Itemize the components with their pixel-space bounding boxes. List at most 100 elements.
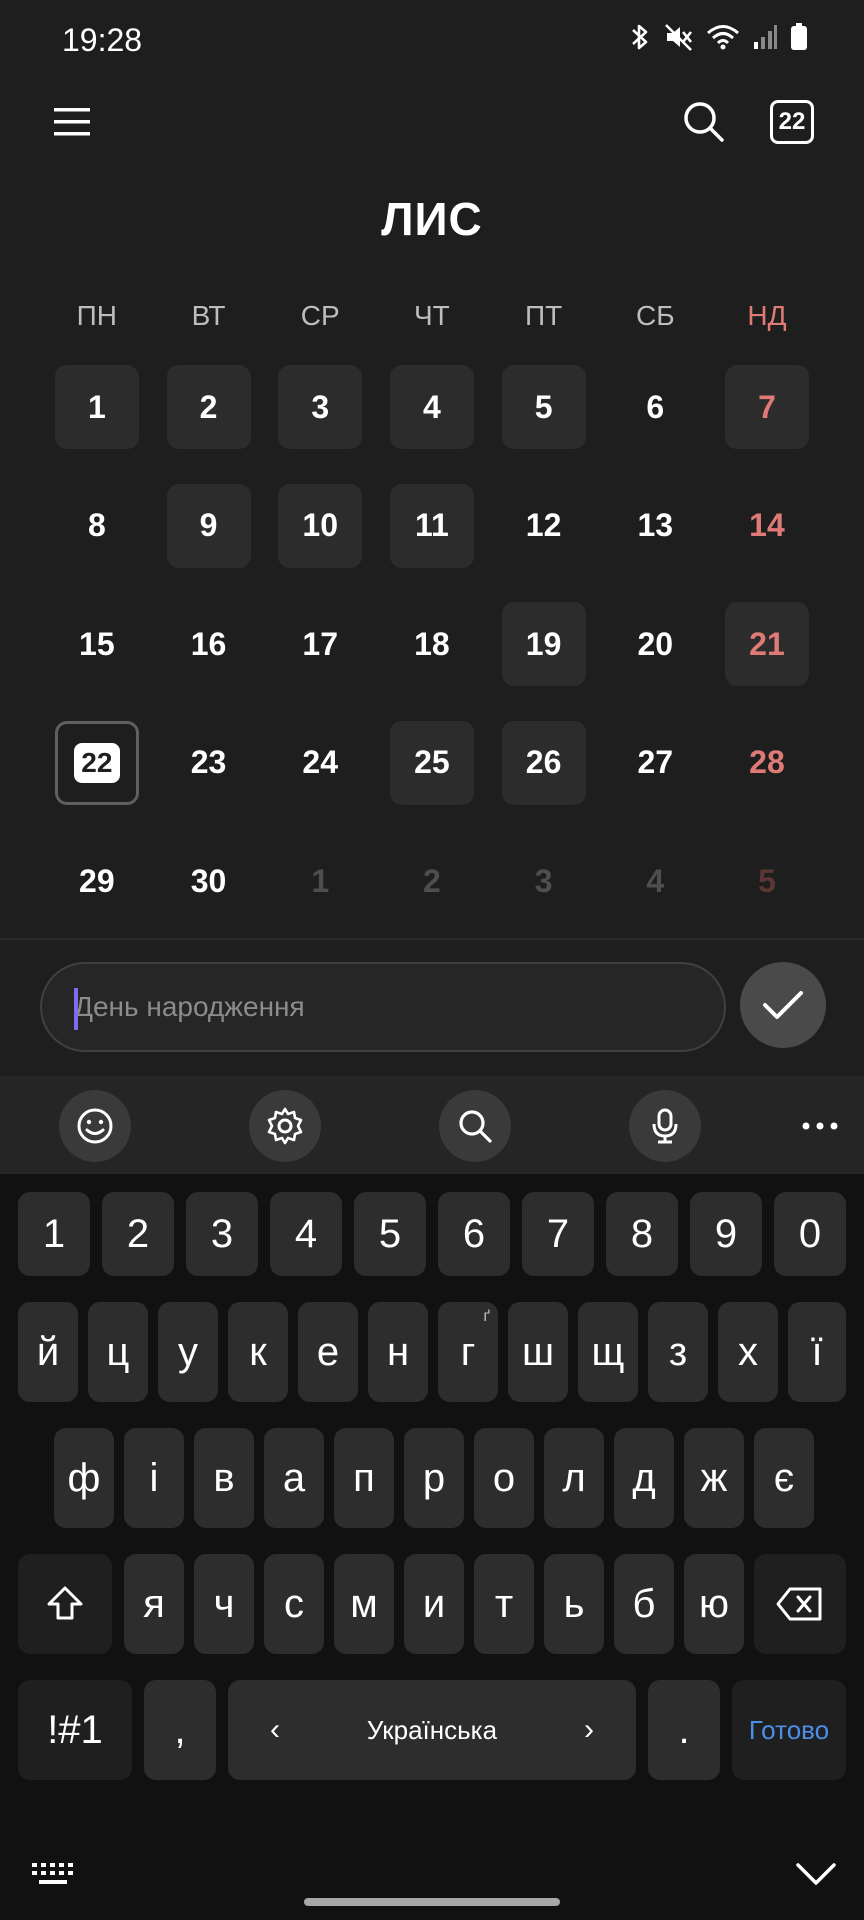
key-letter[interactable]: щ bbox=[578, 1302, 638, 1402]
period-key[interactable]: . bbox=[648, 1680, 720, 1780]
key-letter[interactable]: к bbox=[228, 1302, 288, 1402]
day-cell[interactable]: 16 bbox=[153, 585, 265, 704]
event-title-input[interactable] bbox=[42, 964, 724, 1050]
day-cell[interactable]: 5 bbox=[488, 348, 600, 467]
day-cell[interactable]: 17 bbox=[264, 585, 376, 704]
key-letter[interactable]: и bbox=[404, 1554, 464, 1654]
day-cell-next-month[interactable]: 1 bbox=[264, 822, 376, 941]
day-cell[interactable]: 1 bbox=[41, 348, 153, 467]
key-letter[interactable]: з bbox=[648, 1302, 708, 1402]
day-cell[interactable]: 28 bbox=[711, 704, 823, 823]
keyboard-switch-button[interactable] bbox=[24, 1854, 84, 1894]
day-cell[interactable]: 14 bbox=[711, 467, 823, 586]
day-cell[interactable]: 25 bbox=[376, 704, 488, 823]
key-letter[interactable]: н bbox=[368, 1302, 428, 1402]
key-letter[interactable]: д bbox=[614, 1428, 674, 1528]
day-cell[interactable]: 13 bbox=[599, 467, 711, 586]
day-cell[interactable]: 11 bbox=[376, 467, 488, 586]
day-cell[interactable]: 29 bbox=[41, 822, 153, 941]
hide-keyboard-button[interactable] bbox=[786, 1852, 846, 1896]
event-title-field[interactable] bbox=[40, 962, 726, 1052]
key-letter[interactable]: а bbox=[264, 1428, 324, 1528]
shift-key[interactable] bbox=[18, 1554, 112, 1654]
key-2[interactable]: 2 bbox=[102, 1192, 174, 1276]
key-6[interactable]: 6 bbox=[438, 1192, 510, 1276]
day-cell[interactable]: 3 bbox=[264, 348, 376, 467]
key-letter[interactable]: ц bbox=[88, 1302, 148, 1402]
key-letter[interactable]: х bbox=[718, 1302, 778, 1402]
menu-icon bbox=[54, 108, 90, 136]
key-letter[interactable]: ь bbox=[544, 1554, 604, 1654]
day-cell[interactable]: 23 bbox=[153, 704, 265, 823]
search-button[interactable] bbox=[674, 92, 734, 152]
key-letter[interactable]: м bbox=[334, 1554, 394, 1654]
key-letter[interactable]: ф bbox=[54, 1428, 114, 1528]
day-cell[interactable]: 26 bbox=[488, 704, 600, 823]
key-letter[interactable]: о bbox=[474, 1428, 534, 1528]
key-letter[interactable]: ї bbox=[788, 1302, 846, 1402]
key-9[interactable]: 9 bbox=[690, 1192, 762, 1276]
day-cell[interactable]: 6 bbox=[599, 348, 711, 467]
menu-button[interactable] bbox=[42, 92, 102, 152]
home-indicator[interactable] bbox=[304, 1898, 560, 1906]
key-letter[interactable]: ж bbox=[684, 1428, 744, 1528]
day-cell[interactable]: 7 bbox=[711, 348, 823, 467]
day-cell-next-month[interactable]: 2 bbox=[376, 822, 488, 941]
day-cell-next-month[interactable]: 3 bbox=[488, 822, 600, 941]
key-letter[interactable]: л bbox=[544, 1428, 604, 1528]
day-cell[interactable]: 2 bbox=[153, 348, 265, 467]
confirm-button[interactable] bbox=[740, 962, 826, 1048]
key-letter[interactable]: ю bbox=[684, 1554, 744, 1654]
keyboard-search-button[interactable] bbox=[439, 1090, 511, 1162]
more-options-button[interactable] bbox=[790, 1096, 850, 1156]
key-letter[interactable]: у bbox=[158, 1302, 218, 1402]
day-cell[interactable]: 12 bbox=[488, 467, 600, 586]
day-cell[interactable]: 27 bbox=[599, 704, 711, 823]
done-key[interactable]: Готово bbox=[732, 1680, 846, 1780]
key-letter[interactable]: п bbox=[334, 1428, 394, 1528]
symbols-key[interactable]: !#1 bbox=[18, 1680, 132, 1780]
day-cell[interactable]: 8 bbox=[41, 467, 153, 586]
comma-key[interactable]: , bbox=[144, 1680, 216, 1780]
day-cell[interactable]: 24 bbox=[264, 704, 376, 823]
voice-input-button[interactable] bbox=[629, 1090, 701, 1162]
day-cell[interactable]: 15 bbox=[41, 585, 153, 704]
today-button[interactable]: 22 bbox=[762, 92, 822, 152]
key-letter[interactable]: і bbox=[124, 1428, 184, 1528]
key-1[interactable]: 1 bbox=[18, 1192, 90, 1276]
key-letter[interactable]: ч bbox=[194, 1554, 254, 1654]
settings-button[interactable] bbox=[249, 1090, 321, 1162]
day-cell[interactable]: 4 bbox=[376, 348, 488, 467]
key-3[interactable]: 3 bbox=[186, 1192, 258, 1276]
key-letter[interactable]: ш bbox=[508, 1302, 568, 1402]
key-letter-g[interactable]: г ґ bbox=[438, 1302, 498, 1402]
gear-icon bbox=[267, 1107, 303, 1145]
space-key[interactable]: ‹ Українська › bbox=[228, 1680, 636, 1780]
key-letter[interactable]: р bbox=[404, 1428, 464, 1528]
key-letter[interactable]: я bbox=[124, 1554, 184, 1654]
key-letter[interactable]: в bbox=[194, 1428, 254, 1528]
key-8[interactable]: 8 bbox=[606, 1192, 678, 1276]
key-letter[interactable]: с bbox=[264, 1554, 324, 1654]
day-cell-next-month[interactable]: 4 bbox=[599, 822, 711, 941]
day-cell[interactable]: 21 bbox=[711, 585, 823, 704]
key-letter[interactable]: є bbox=[754, 1428, 814, 1528]
day-cell[interactable]: 9 bbox=[153, 467, 265, 586]
key-letter[interactable]: й bbox=[18, 1302, 78, 1402]
key-0[interactable]: 0 bbox=[774, 1192, 846, 1276]
key-letter[interactable]: е bbox=[298, 1302, 358, 1402]
key-5[interactable]: 5 bbox=[354, 1192, 426, 1276]
key-4[interactable]: 4 bbox=[270, 1192, 342, 1276]
day-cell-next-month[interactable]: 5 bbox=[711, 822, 823, 941]
key-letter[interactable]: б bbox=[614, 1554, 674, 1654]
day-cell[interactable]: 18 bbox=[376, 585, 488, 704]
key-7[interactable]: 7 bbox=[522, 1192, 594, 1276]
emoji-button[interactable] bbox=[59, 1090, 131, 1162]
day-cell-today[interactable]: 22 bbox=[41, 704, 153, 823]
day-cell[interactable]: 19 bbox=[488, 585, 600, 704]
day-cell[interactable]: 30 bbox=[153, 822, 265, 941]
key-letter[interactable]: т bbox=[474, 1554, 534, 1654]
day-cell[interactable]: 20 bbox=[599, 585, 711, 704]
backspace-key[interactable] bbox=[754, 1554, 846, 1654]
day-cell[interactable]: 10 bbox=[264, 467, 376, 586]
